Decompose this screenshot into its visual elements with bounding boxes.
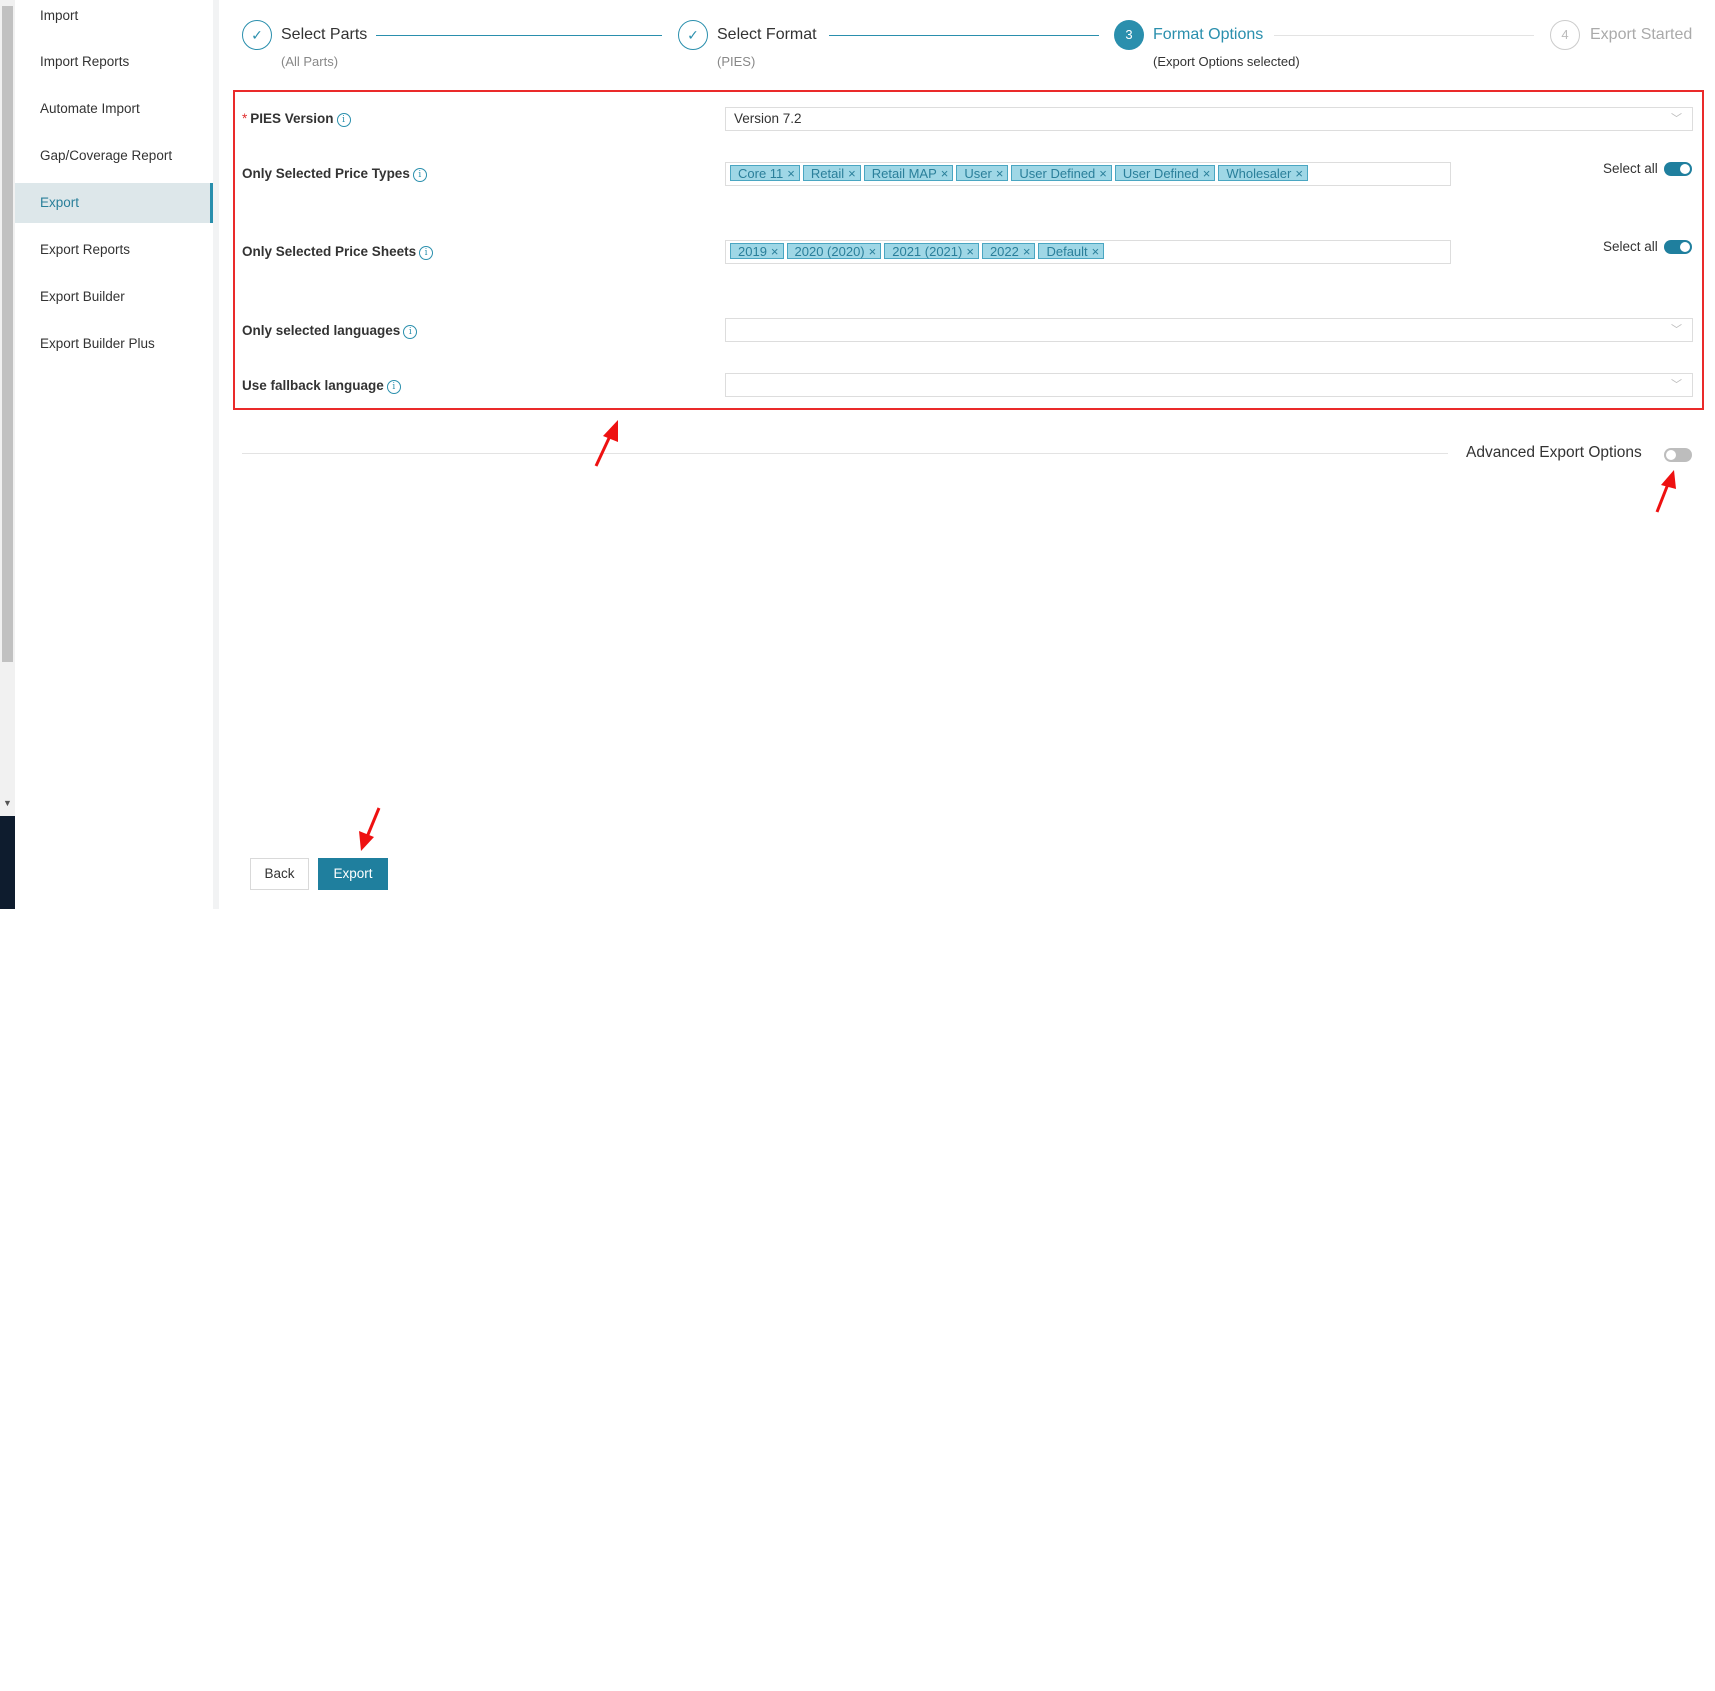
check-icon: ✓ (678, 20, 708, 50)
step-connector (829, 35, 1099, 36)
remove-tag-icon[interactable]: × (941, 166, 949, 181)
scrollbar-thumb[interactable] (2, 6, 13, 662)
price-type-tag: User × (956, 165, 1009, 181)
sidebar-item-export[interactable]: Export (15, 183, 213, 223)
sidebar-item-import-reports[interactable]: Import Reports (15, 42, 213, 82)
step-3-number: 3 (1114, 20, 1144, 50)
price-types-multiselect[interactable]: Core 11 × Retail × Retail MAP × User × User Defi… (725, 162, 1451, 186)
advanced-export-options-label: Advanced Export Options (1466, 444, 1642, 461)
step-connector (376, 35, 662, 36)
annotation-arrow-icon (1655, 470, 1676, 513)
remove-tag-icon[interactable]: × (966, 244, 974, 259)
remove-tag-icon[interactable]: × (1203, 166, 1211, 181)
annotation-arrow-icon (594, 420, 618, 467)
step-2-title: Select Format (717, 26, 817, 43)
step-4-number: 4 (1550, 20, 1580, 50)
price-type-tag: User Defined × (1114, 165, 1216, 181)
info-icon[interactable]: i (403, 325, 418, 339)
divider (242, 453, 1448, 454)
export-button[interactable]: Export (318, 858, 388, 890)
pies-version-value: Version 7.2 (734, 111, 802, 126)
price-sheet-tag: 2022 × (981, 243, 1036, 259)
price-sheet-tag: 2021 (2021) × (884, 243, 979, 259)
step-2-subtitle: (PIES) (717, 54, 756, 69)
chevron-down-icon: ﹀ (1671, 113, 1682, 125)
remove-tag-icon[interactable]: × (1099, 166, 1107, 181)
price-types-select-all-toggle[interactable] (1664, 162, 1692, 176)
remove-tag-icon[interactable]: × (848, 166, 856, 181)
price-sheet-tag: 2019 × (730, 243, 784, 259)
price-sheets-label: Only Selected Price Sheets i (242, 244, 434, 260)
chevron-down-icon: ﹀ (1671, 324, 1682, 336)
fallback-language-select[interactable]: ﹀ (725, 373, 1693, 397)
fallback-language-label: Use fallback language i (242, 378, 401, 394)
languages-label: Only selected languages i (242, 323, 418, 339)
pies-version-select[interactable]: Version 7.2 ﹀ (725, 107, 1693, 131)
sidebar-item-gap-coverage-report[interactable]: Gap/Coverage Report (15, 136, 213, 176)
price-type-tag: Core 11 × (730, 165, 800, 181)
check-icon: ✓ (242, 20, 272, 50)
remove-tag-icon[interactable]: × (787, 166, 795, 181)
sidebar-item-export-builder[interactable]: Export Builder (15, 277, 213, 317)
info-icon[interactable]: i (419, 246, 434, 260)
back-button[interactable]: Back (250, 858, 309, 890)
info-icon[interactable]: i (336, 113, 351, 127)
step-4-title: Export Started (1590, 26, 1693, 43)
price-type-tag: Wholesaler × (1218, 165, 1308, 181)
remove-tag-icon[interactable]: × (771, 244, 779, 259)
price-sheets-select-all-label: Select all (1603, 239, 1658, 254)
price-type-tag: Retail × (802, 165, 861, 181)
remove-tag-icon[interactable]: × (996, 166, 1004, 181)
scroll-down-arrow-icon[interactable]: ▼ (2, 796, 13, 810)
price-sheet-tag: Default × (1038, 243, 1105, 259)
sidebar-item-automate-import[interactable]: Automate Import (15, 89, 213, 129)
sidebar: Import Import Reports Automate Import Ga… (15, 0, 219, 909)
price-sheet-tag: 2020 (2020) × (786, 243, 882, 259)
info-icon[interactable]: i (386, 380, 401, 394)
sidebar-item-export-builder-plus[interactable]: Export Builder Plus (15, 324, 213, 364)
info-icon[interactable]: i (412, 168, 427, 182)
step-3-title: Format Options (1153, 26, 1264, 43)
step-connector (1274, 35, 1534, 36)
languages-select[interactable]: ﹀ (725, 318, 1693, 342)
step-3-subtitle: (Export Options selected) (1153, 54, 1300, 69)
remove-tag-icon[interactable]: × (1023, 244, 1031, 259)
price-sheets-select-all-toggle[interactable] (1664, 240, 1692, 254)
pies-version-label: * PIES Version i (242, 111, 351, 127)
advanced-export-options-toggle[interactable] (1664, 448, 1692, 462)
sidebar-item-export-reports[interactable]: Export Reports (15, 230, 213, 270)
price-types-select-all-label: Select all (1603, 161, 1658, 176)
remove-tag-icon[interactable]: × (1092, 244, 1100, 259)
required-mark: * (242, 111, 248, 126)
price-types-label: Only Selected Price Types i (242, 166, 427, 182)
annotation-arrow-icon (359, 807, 381, 851)
step-1-subtitle: (All Parts) (281, 54, 339, 69)
scrollbar[interactable]: ▼ (0, 0, 15, 909)
chevron-down-icon: ﹀ (1671, 379, 1682, 391)
corner-widget (0, 816, 15, 1691)
price-sheets-multiselect[interactable]: 2019 × 2020 (2020) × 2021 (2021) × 2022 × Defaul… (725, 240, 1451, 264)
remove-tag-icon[interactable]: × (869, 244, 877, 259)
corner-circle-icon (0, 1661, 8, 1691)
price-type-tag: Retail MAP × (863, 165, 954, 181)
price-type-tag: User Defined × (1011, 165, 1112, 181)
remove-tag-icon[interactable]: × (1295, 166, 1303, 181)
sidebar-item-import[interactable]: Import (15, 0, 213, 36)
step-1-title: Select Parts (281, 26, 368, 43)
